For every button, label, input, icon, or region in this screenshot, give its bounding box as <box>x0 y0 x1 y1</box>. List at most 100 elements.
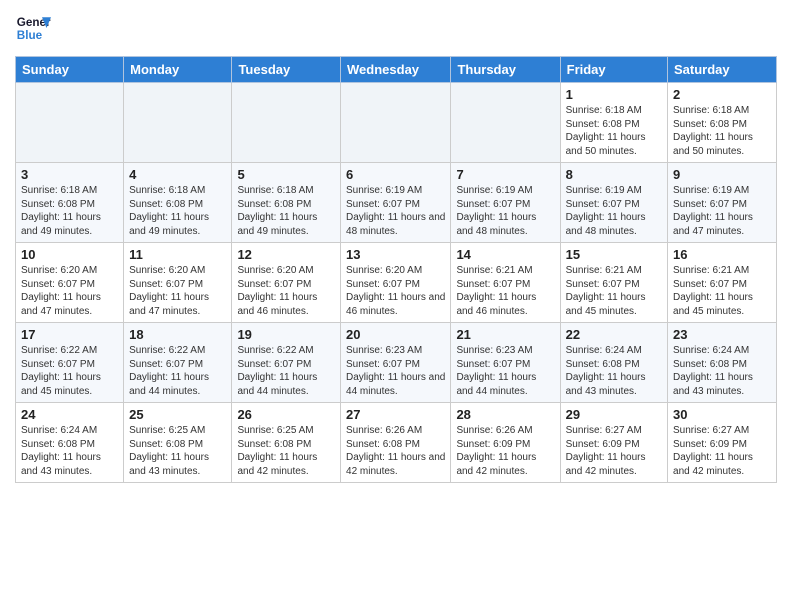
day-number: 25 <box>129 407 226 422</box>
calendar-cell: 2 Sunrise: 6:18 AM Sunset: 6:08 PM Daylig… <box>668 83 777 163</box>
day-number: 8 <box>566 167 662 182</box>
day-number: 24 <box>21 407 118 422</box>
day-info: Sunrise: 6:21 AM Sunset: 6:07 PM Dayligh… <box>566 264 662 318</box>
day-number: 3 <box>21 167 118 182</box>
day-info: Sunrise: 6:26 AM Sunset: 6:09 PM Dayligh… <box>456 424 554 478</box>
day-number: 1 <box>566 87 662 102</box>
weekday-friday: Friday <box>560 57 667 83</box>
day-info: Sunrise: 6:20 AM Sunset: 6:07 PM Dayligh… <box>346 264 445 318</box>
calendar-cell <box>124 83 232 163</box>
day-number: 23 <box>673 327 771 342</box>
calendar-cell: 24 Sunrise: 6:24 AM Sunset: 6:08 PM Dayli… <box>16 403 124 483</box>
week-row-1: 3 Sunrise: 6:18 AM Sunset: 6:08 PM Daylig… <box>16 163 777 243</box>
calendar-cell: 25Sunrise: 6:25 AM Sunset: 6:08 PM Dayli… <box>124 403 232 483</box>
weekday-header-row: SundayMondayTuesdayWednesdayThursdayFrid… <box>16 57 777 83</box>
calendar-cell: 19 Sunrise: 6:22 AM Sunset: 6:07 PM Dayli… <box>232 323 341 403</box>
calendar-cell <box>451 83 560 163</box>
day-info: Sunrise: 6:18 AM Sunset: 6:08 PM Dayligh… <box>566 104 662 158</box>
day-number: 27 <box>346 407 445 422</box>
day-info: Sunrise: 6:26 AM Sunset: 6:08 PM Dayligh… <box>346 424 445 478</box>
day-info: Sunrise: 6:20 AM Sunset: 6:07 PM Dayligh… <box>21 264 118 318</box>
weekday-sunday: Sunday <box>16 57 124 83</box>
day-info: Sunrise: 6:18 AM Sunset: 6:08 PM Dayligh… <box>673 104 771 158</box>
day-number: 6 <box>346 167 445 182</box>
day-number: 26 <box>237 407 335 422</box>
calendar-cell: 30Sunrise: 6:27 AM Sunset: 6:09 PM Dayli… <box>668 403 777 483</box>
calendar-cell: 4 Sunrise: 6:18 AM Sunset: 6:08 PM Daylig… <box>124 163 232 243</box>
calendar-cell <box>341 83 451 163</box>
day-number: 29 <box>566 407 662 422</box>
calendar-cell: 1 Sunrise: 6:18 AM Sunset: 6:08 PM Daylig… <box>560 83 667 163</box>
calendar-cell <box>232 83 341 163</box>
calendar-cell: 3 Sunrise: 6:18 AM Sunset: 6:08 PM Daylig… <box>16 163 124 243</box>
calendar-cell: 14 Sunrise: 6:21 AM Sunset: 6:07 PM Dayli… <box>451 243 560 323</box>
weekday-thursday: Thursday <box>451 57 560 83</box>
calendar-cell: 15 Sunrise: 6:21 AM Sunset: 6:07 PM Dayli… <box>560 243 667 323</box>
day-info: Sunrise: 6:23 AM Sunset: 6:07 PM Dayligh… <box>456 344 554 398</box>
day-info: Sunrise: 6:22 AM Sunset: 6:07 PM Dayligh… <box>129 344 226 398</box>
weekday-monday: Monday <box>124 57 232 83</box>
day-number: 20 <box>346 327 445 342</box>
day-info: Sunrise: 6:22 AM Sunset: 6:07 PM Dayligh… <box>237 344 335 398</box>
calendar-cell: 16 Sunrise: 6:21 AM Sunset: 6:07 PM Dayli… <box>668 243 777 323</box>
day-number: 13 <box>346 247 445 262</box>
header: General Blue <box>15 10 777 46</box>
day-info: Sunrise: 6:27 AM Sunset: 6:09 PM Dayligh… <box>566 424 662 478</box>
day-number: 21 <box>456 327 554 342</box>
day-number: 19 <box>237 327 335 342</box>
day-info: Sunrise: 6:24 AM Sunset: 6:08 PM Dayligh… <box>21 424 118 478</box>
day-number: 10 <box>21 247 118 262</box>
weekday-wednesday: Wednesday <box>341 57 451 83</box>
day-info: Sunrise: 6:19 AM Sunset: 6:07 PM Dayligh… <box>346 184 445 238</box>
calendar-cell: 27 Sunrise: 6:26 AM Sunset: 6:08 PM Dayli… <box>341 403 451 483</box>
day-number: 4 <box>129 167 226 182</box>
day-number: 17 <box>21 327 118 342</box>
calendar-cell: 17 Sunrise: 6:22 AM Sunset: 6:07 PM Dayli… <box>16 323 124 403</box>
calendar-cell: 20 Sunrise: 6:23 AM Sunset: 6:07 PM Dayli… <box>341 323 451 403</box>
calendar-cell: 6 Sunrise: 6:19 AM Sunset: 6:07 PM Daylig… <box>341 163 451 243</box>
day-number: 18 <box>129 327 226 342</box>
logo-icon: General Blue <box>15 10 51 46</box>
day-info: Sunrise: 6:24 AM Sunset: 6:08 PM Dayligh… <box>566 344 662 398</box>
day-number: 9 <box>673 167 771 182</box>
calendar-table: SundayMondayTuesdayWednesdayThursdayFrid… <box>15 56 777 483</box>
day-info: Sunrise: 6:23 AM Sunset: 6:07 PM Dayligh… <box>346 344 445 398</box>
day-info: Sunrise: 6:18 AM Sunset: 6:08 PM Dayligh… <box>21 184 118 238</box>
calendar-cell: 10 Sunrise: 6:20 AM Sunset: 6:07 PM Dayli… <box>16 243 124 323</box>
day-info: Sunrise: 6:21 AM Sunset: 6:07 PM Dayligh… <box>456 264 554 318</box>
day-number: 28 <box>456 407 554 422</box>
calendar-cell: 18 Sunrise: 6:22 AM Sunset: 6:07 PM Dayli… <box>124 323 232 403</box>
day-info: Sunrise: 6:25 AM Sunset: 6:08 PM Dayligh… <box>237 424 335 478</box>
calendar-cell: 23 Sunrise: 6:24 AM Sunset: 6:08 PM Dayli… <box>668 323 777 403</box>
day-info: Sunrise: 6:20 AM Sunset: 6:07 PM Dayligh… <box>129 264 226 318</box>
day-info: Sunrise: 6:18 AM Sunset: 6:08 PM Dayligh… <box>129 184 226 238</box>
day-info: Sunrise: 6:19 AM Sunset: 6:07 PM Dayligh… <box>566 184 662 238</box>
day-number: 11 <box>129 247 226 262</box>
day-number: 2 <box>673 87 771 102</box>
week-row-2: 10 Sunrise: 6:20 AM Sunset: 6:07 PM Dayli… <box>16 243 777 323</box>
day-number: 15 <box>566 247 662 262</box>
day-info: Sunrise: 6:20 AM Sunset: 6:07 PM Dayligh… <box>237 264 335 318</box>
weekday-saturday: Saturday <box>668 57 777 83</box>
calendar-cell: 21 Sunrise: 6:23 AM Sunset: 6:07 PM Dayli… <box>451 323 560 403</box>
day-info: Sunrise: 6:18 AM Sunset: 6:08 PM Dayligh… <box>237 184 335 238</box>
day-number: 30 <box>673 407 771 422</box>
weekday-tuesday: Tuesday <box>232 57 341 83</box>
day-number: 5 <box>237 167 335 182</box>
svg-text:Blue: Blue <box>17 29 43 42</box>
day-info: Sunrise: 6:22 AM Sunset: 6:07 PM Dayligh… <box>21 344 118 398</box>
day-number: 7 <box>456 167 554 182</box>
day-number: 12 <box>237 247 335 262</box>
day-number: 16 <box>673 247 771 262</box>
calendar-cell: 22 Sunrise: 6:24 AM Sunset: 6:08 PM Dayli… <box>560 323 667 403</box>
calendar-cell: 29 Sunrise: 6:27 AM Sunset: 6:09 PM Dayli… <box>560 403 667 483</box>
day-number: 22 <box>566 327 662 342</box>
day-info: Sunrise: 6:24 AM Sunset: 6:08 PM Dayligh… <box>673 344 771 398</box>
calendar-cell: 8 Sunrise: 6:19 AM Sunset: 6:07 PM Daylig… <box>560 163 667 243</box>
logo: General Blue <box>15 10 51 46</box>
day-number: 14 <box>456 247 554 262</box>
day-info: Sunrise: 6:19 AM Sunset: 6:07 PM Dayligh… <box>456 184 554 238</box>
week-row-4: 24 Sunrise: 6:24 AM Sunset: 6:08 PM Dayli… <box>16 403 777 483</box>
day-info: Sunrise: 6:21 AM Sunset: 6:07 PM Dayligh… <box>673 264 771 318</box>
calendar-cell: 28 Sunrise: 6:26 AM Sunset: 6:09 PM Dayli… <box>451 403 560 483</box>
